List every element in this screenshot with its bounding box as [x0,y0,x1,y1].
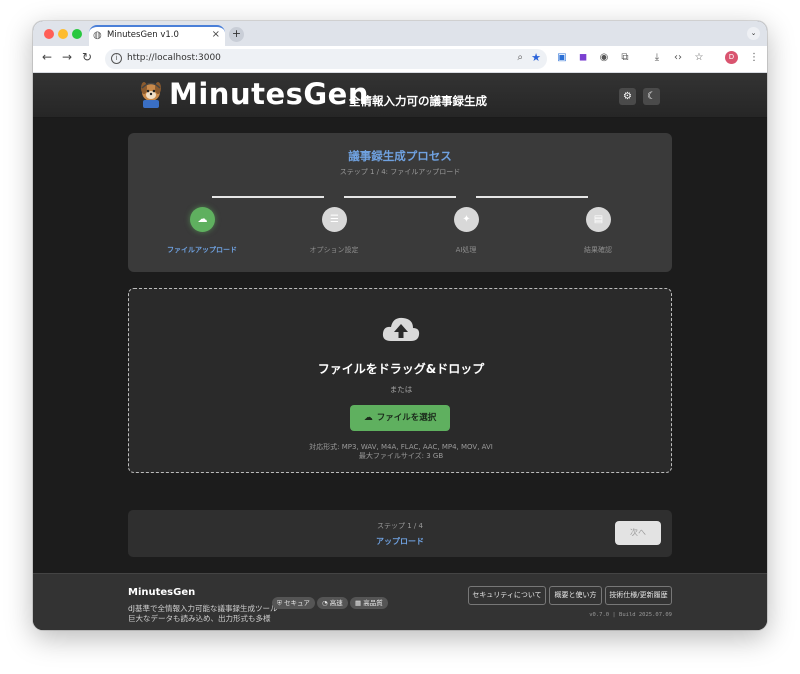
badge-secure: ⛨ セキュア [272,597,315,609]
dropzone-or: または [389,385,413,394]
app-page: MinutesGen 全情報入力可の議事録生成 ⚙ ☾ 議事録生成プロセス ステ… [33,73,767,630]
step-upload-circle: ☁ [190,207,215,232]
step-options-circle: ☰ [322,207,347,232]
app-header: MinutesGen 全情報入力可の議事録生成 ⚙ ☾ [33,73,767,118]
url-text[interactable]: http://localhost:3000 [127,53,221,63]
zoom-icon[interactable]: ⌕ [517,52,523,63]
code-icon[interactable]: ‹› [671,51,685,65]
browser-tab[interactable]: ◍ MinutesGen v1.0 × [89,25,225,46]
document-icon: ▤ [593,214,604,225]
footer-description: 巨大なデータも読み込め、出力形式も多様 [128,614,271,623]
sparkle-icon: ✦ [462,214,471,225]
step-navigation: ステップ 1 / 4 アップロード 次へ [128,510,672,557]
reload-icon[interactable]: ↻ [79,50,95,64]
tab-title: MinutesGen v1.0 [107,30,179,40]
mascot-logo-icon [141,82,161,108]
address-bar[interactable]: i http://localhost:3000 ⌕ ★ [105,49,547,69]
cloud-upload-icon: ☁ [363,413,373,423]
process-title: 議事録生成プロセス [348,149,452,163]
plus-icon[interactable]: + [229,27,244,42]
cloud-upload-icon: ☁ [197,214,208,225]
speed-icon: ◔ [322,599,330,607]
globe-icon: ◍ [93,30,102,41]
badge-label: セキュア [283,599,310,607]
download-icon[interactable]: ⤓ [650,51,664,65]
security-link-button[interactable]: セキュリティについて [468,586,546,605]
sliders-icon: ☰ [330,214,339,225]
nav-step-label: アップロード [376,537,424,546]
step-ai-circle: ✦ [454,207,479,232]
overview-link-button[interactable]: 概要と使い方 [549,586,602,605]
puzzle-icon[interactable]: ⧉ [618,51,632,65]
max-file-size: 最大ファイルサイズ: 3 GB [358,452,444,460]
extension-onenote-icon[interactable]: ◼ [576,51,590,65]
badge-label: 高速 [329,599,343,607]
step-label-upload: ファイルアップロード [167,246,237,254]
moon-icon[interactable]: ☾ [643,88,660,105]
cloud-upload-icon [382,317,420,341]
profile-avatar[interactable]: D [725,51,738,64]
bookmark-star-icon[interactable]: ★ [531,51,541,64]
extension-cast-icon[interactable]: ▣ [555,51,569,65]
select-file-label: ファイルを選択 [376,413,437,423]
forward-arrow-icon[interactable]: → [59,50,75,64]
tab-close-icon[interactable]: × [212,29,220,40]
browser-window: ◍ MinutesGen v1.0 × + ⌄ ← → ↻ i http://l… [33,21,767,630]
quality-icon: ▦ [355,599,364,607]
step-label-options: オプション設定 [309,246,359,254]
step-result-circle: ▤ [586,207,611,232]
step-connector [476,196,588,198]
process-step-text: ステップ 1 / 4: ファイルアップロード [339,168,461,176]
dropzone-title: ファイルをドラッグ&ドロップ [317,362,485,376]
more-menu-icon[interactable]: ⋮ [747,51,761,65]
step-connector [212,196,324,198]
shield-icon: ⛨ [277,599,284,607]
window-close-button[interactable] [44,29,54,39]
back-arrow-icon[interactable]: ← [39,50,55,64]
app-subtitle: 全情報入力可の議事録生成 [349,94,487,108]
browser-toolbar: ← → ↻ i http://localhost:3000 ⌕ ★ ▣ ◼ ◉ … [33,46,767,73]
window-maximize-button[interactable] [72,29,82,39]
process-card: 議事録生成プロセス ステップ 1 / 4: ファイルアップロード ☁ ☰ ✦ ▤… [128,133,672,272]
step-label-result: 結果確認 [584,246,612,254]
site-info-icon[interactable]: i [111,53,122,64]
step-connector [344,196,456,198]
browser-tab-bar: ◍ MinutesGen v1.0 × + ⌄ [33,21,767,46]
badge-quality: ▦ 高品質 [350,597,388,609]
tech-spec-link-button[interactable]: 技術仕様/更新履歴 [605,586,672,605]
file-dropzone[interactable]: ファイルをドラッグ&ドロップ または ☁ ファイルを選択 対応形式: MP3, W… [128,288,672,473]
next-button[interactable]: 次へ [615,521,661,545]
badge-fast: ◔ 高速 [317,597,348,609]
camera-icon[interactable]: ◉ [597,51,611,65]
version-text: v0.7.0 | Build 2025.07.09 [589,612,672,618]
footer-brand: MinutesGen [128,587,196,598]
badge-label: 高品質 [363,599,383,607]
app-footer: MinutesGen dJ基準で全情報入力可能な議事録生成ツール 巨大なデータも… [33,573,767,630]
nav-step-counter: ステップ 1 / 4 [377,522,423,530]
select-file-button[interactable]: ☁ ファイルを選択 [350,405,450,431]
reading-list-icon[interactable]: ☆ [692,51,706,65]
step-label-ai: AI処理 [455,246,477,254]
gear-icon[interactable]: ⚙ [619,88,636,105]
app-title: MinutesGen [169,77,369,111]
window-minimize-button[interactable] [58,29,68,39]
chevron-down-icon[interactable]: ⌄ [747,27,760,40]
